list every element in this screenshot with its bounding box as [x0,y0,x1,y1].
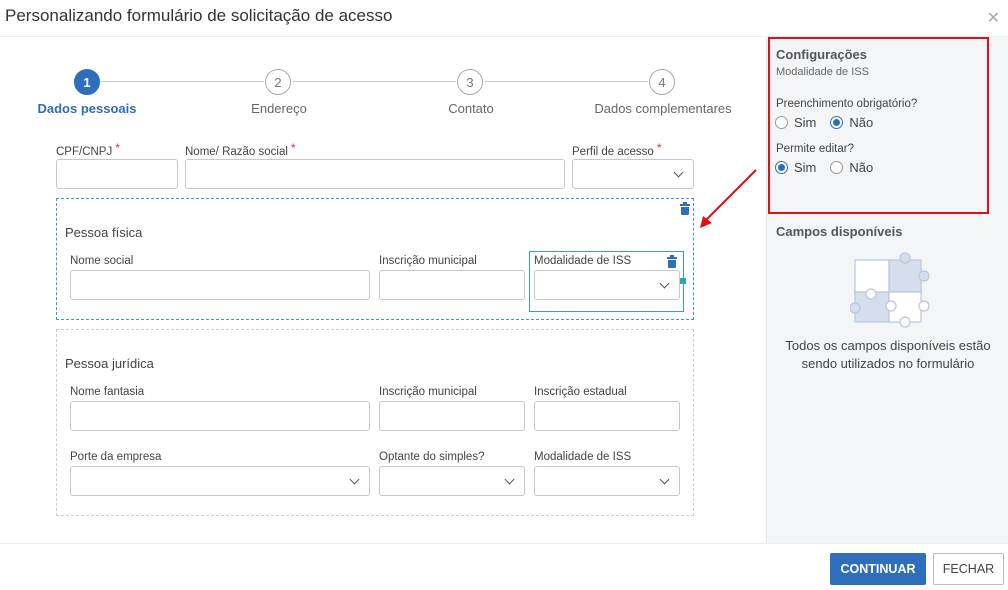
required-asterisk: * [290,141,296,155]
step-1-circle[interactable]: 1 [74,69,100,95]
cpf-input[interactable] [56,159,178,189]
editable-yes-label: Sim [794,160,817,175]
inscricao-municipal-pj-input[interactable] [379,401,525,431]
editable-no-label: Não [849,160,874,175]
modalidade-iss-select[interactable] [534,270,680,300]
trash-icon[interactable] [680,202,690,215]
stepper-connector [292,81,456,82]
available-fields-empty-message: Todos os campos disponíveis estão sendo … [785,338,991,371]
pessoa-fisica-title: Pessoa física [65,225,143,240]
dialog-title: Personalizando formulário de solicitação… [5,6,393,25]
config-subtitle: Modalidade de ISS [776,66,869,78]
required-asterisk: * [656,141,662,155]
required-no-label: Não [849,115,874,130]
required-yes-radio[interactable] [775,116,788,129]
modalidade-iss-pj-label: Modalidade de ISS [534,451,632,463]
inscricao-municipal-pj-label: Inscrição municipal [379,386,477,398]
nome-label: Nome/ Razão social * [185,141,296,158]
editable-no-radio[interactable] [830,161,844,174]
puzzle-icon [850,252,930,328]
required-asterisk: * [115,141,120,155]
cpf-label: CPF/CNPJ * [56,141,120,158]
divider [0,543,1008,544]
editable-question: Permite editar? [776,143,854,155]
pessoa-juridica-title: Pessoa jurídica [65,356,154,371]
resize-handle[interactable] [680,278,686,284]
inscricao-estadual-label: Inscrição estadual [534,386,627,398]
editable-yes-radio[interactable] [775,161,788,174]
perfil-select[interactable] [572,159,694,189]
step-2-circle[interactable]: 2 [265,69,291,95]
stepper-connector [100,81,264,82]
stepper-connector [484,81,648,82]
inscricao-estadual-input[interactable] [534,401,680,431]
close-icon[interactable]: ✕ [987,8,1000,28]
modalidade-iss-pj-select[interactable] [534,466,680,496]
step-2-label[interactable]: Endereço [251,101,307,116]
inscricao-municipal-label: Inscrição municipal [379,255,477,267]
step-4-label[interactable]: Dados complementares [594,101,731,116]
trash-icon[interactable] [667,255,677,268]
close-button[interactable]: FECHAR [933,553,1004,585]
nome-fantasia-label: Nome fantasia [70,386,145,398]
continue-button[interactable]: CONTINUAR [830,553,926,585]
nome-input[interactable] [185,159,565,189]
porte-empresa-select[interactable] [70,466,370,496]
step-3-label[interactable]: Contato [448,101,494,116]
optante-simples-select[interactable] [379,466,525,496]
required-radio-group: Sim Não [775,115,887,130]
perfil-label: Perfil de acesso * [572,141,662,158]
nome-social-label: Nome social [70,255,134,267]
editable-radio-group: Sim Não [775,160,887,175]
config-title: Configurações [776,47,868,62]
required-question: Preenchimento obrigatório? [776,98,918,110]
required-yes-label: Sim [794,115,817,130]
nome-social-input[interactable] [70,270,370,300]
required-no-radio[interactable] [830,116,844,129]
modalidade-iss-label: Modalidade de ISS [534,255,632,267]
inscricao-municipal-input[interactable] [379,270,525,300]
step-1-label[interactable]: Dados pessoais [38,101,137,116]
annotation-arrow-icon [700,169,757,228]
optante-simples-label: Optante do simples? [379,451,485,463]
available-fields-title: Campos disponíveis [776,224,903,239]
porte-empresa-label: Porte da empresa [70,451,162,463]
nome-fantasia-input[interactable] [70,401,370,431]
step-3-circle[interactable]: 3 [457,69,483,95]
step-4-circle[interactable]: 4 [649,69,675,95]
